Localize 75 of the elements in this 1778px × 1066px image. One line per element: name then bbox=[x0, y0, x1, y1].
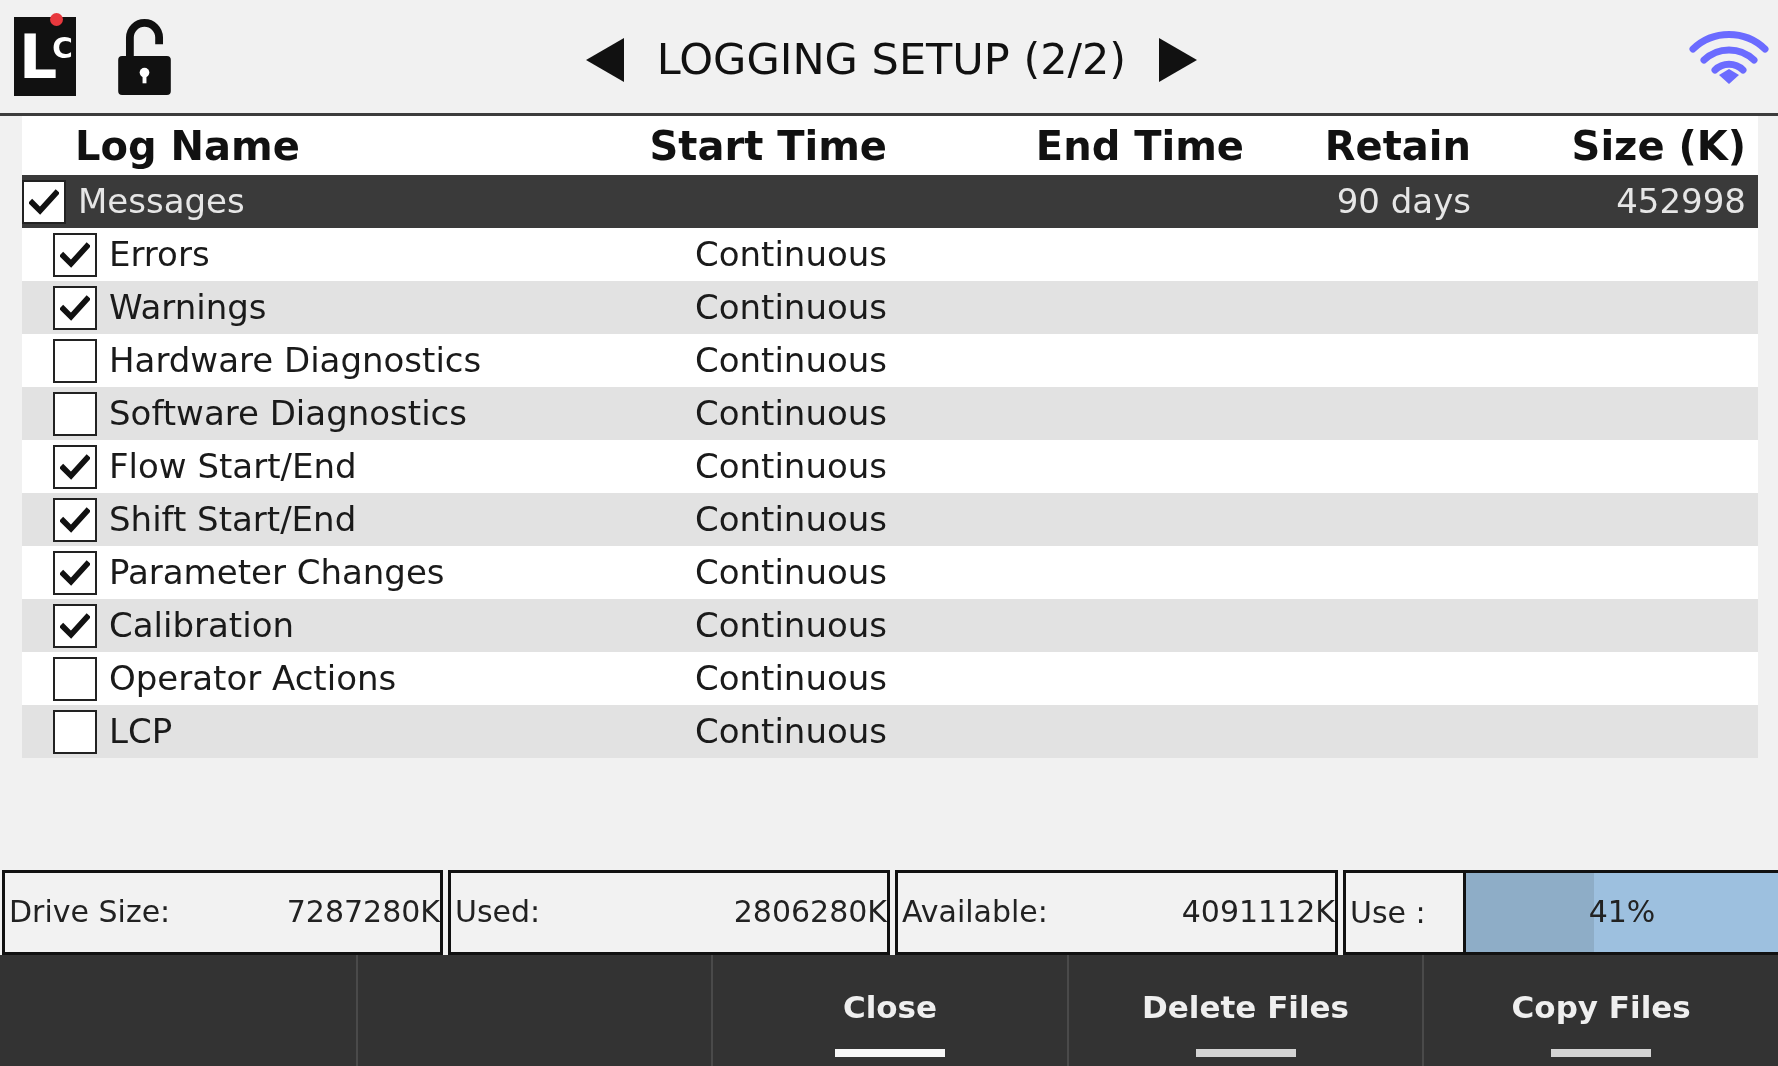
checkbox[interactable] bbox=[22, 179, 66, 224]
table-cell: Continuous bbox=[694, 234, 887, 275]
table-cell: Shift Start/End bbox=[109, 499, 357, 540]
table-cell: Messages bbox=[78, 181, 245, 222]
table-row[interactable]: Warnings Continuous bbox=[22, 281, 1758, 334]
checkbox[interactable] bbox=[53, 444, 97, 489]
stat-label: Drive Size: bbox=[9, 894, 171, 930]
table-row[interactable]: Errors Continuous bbox=[22, 228, 1758, 281]
right-triangle-icon bbox=[1159, 37, 1198, 82]
footer-button[interactable]: Copy Files bbox=[1422, 954, 1778, 1066]
table-cell: Parameter Changes bbox=[109, 552, 445, 593]
footer-button[interactable]: Delete Files bbox=[1066, 954, 1423, 1066]
table-cell: 452998 bbox=[1616, 181, 1746, 222]
table-row[interactable]: Flow Start/End Continuous bbox=[22, 440, 1758, 493]
table-cell: Software Diagnostics bbox=[109, 393, 467, 434]
column-header[interactable]: Retain bbox=[1244, 125, 1471, 166]
indicator-dot-icon bbox=[50, 13, 63, 26]
table-cell: 90 days bbox=[1336, 181, 1471, 222]
checkbox[interactable] bbox=[53, 550, 97, 595]
checkbox[interactable] bbox=[53, 285, 97, 330]
checkmark-icon bbox=[60, 612, 90, 639]
screen-title: LOGGING SETUP (2/2) bbox=[656, 38, 1127, 81]
unlocked-padlock-icon[interactable] bbox=[116, 18, 173, 95]
progress-reading: 41% bbox=[1588, 894, 1656, 930]
checkbox[interactable] bbox=[53, 709, 97, 754]
table-cell: Continuous bbox=[694, 287, 887, 328]
column-header[interactable]: Start Time bbox=[582, 125, 887, 166]
table-row[interactable]: LCP Continuous bbox=[22, 705, 1758, 758]
checkbox[interactable] bbox=[53, 656, 97, 701]
checkmark-icon bbox=[60, 506, 90, 533]
table-row[interactable]: Software Diagnostics Continuous bbox=[22, 387, 1758, 440]
table-cell: Continuous bbox=[694, 658, 887, 699]
checkbox[interactable] bbox=[53, 338, 97, 383]
checkmark-icon bbox=[29, 188, 59, 215]
stat-label: Available: bbox=[902, 894, 1048, 930]
table-cell: LCP bbox=[109, 711, 173, 752]
table-cell: Continuous bbox=[694, 340, 887, 381]
checkmark-icon bbox=[60, 559, 90, 586]
footer-button[interactable]: Close bbox=[711, 954, 1067, 1066]
checkbox[interactable] bbox=[53, 603, 97, 648]
table-row[interactable]: Calibration Continuous bbox=[22, 599, 1758, 652]
checkbox[interactable] bbox=[53, 497, 97, 542]
wifi-icon bbox=[1689, 28, 1769, 85]
table-cell: Continuous bbox=[694, 499, 887, 540]
table-row[interactable]: Operator Actions Continuous bbox=[22, 652, 1758, 705]
table-cell: Flow Start/End bbox=[109, 446, 357, 487]
table-row[interactable]: Messages 90 days 452998 bbox=[22, 175, 1758, 228]
stat-label: Used: bbox=[455, 894, 541, 930]
table-cell: Operator Actions bbox=[109, 658, 397, 699]
table-cell: Continuous bbox=[694, 711, 887, 752]
table-row[interactable]: Hardware Diagnostics Continuous bbox=[22, 334, 1758, 387]
table-cell: Warnings bbox=[109, 287, 267, 328]
stat-value: 4091112K bbox=[1181, 894, 1335, 930]
stat-value: 2806280K bbox=[733, 894, 887, 930]
table-cell: Errors bbox=[109, 234, 210, 275]
left-triangle-icon bbox=[585, 37, 624, 82]
table-cell: Continuous bbox=[694, 552, 887, 593]
stat-value: 7287280K bbox=[286, 894, 440, 930]
table-cell: Hardware Diagnostics bbox=[109, 340, 482, 381]
stat-label: Use : bbox=[1349, 893, 1427, 932]
checkmark-icon bbox=[60, 453, 90, 480]
next-page-button[interactable] bbox=[1158, 36, 1199, 83]
table-row[interactable]: Shift Start/End Continuous bbox=[22, 493, 1758, 546]
checkbox[interactable] bbox=[53, 232, 97, 277]
table-cell: Continuous bbox=[694, 605, 887, 646]
checkmark-icon bbox=[60, 241, 90, 268]
column-header[interactable]: End Time bbox=[887, 125, 1244, 166]
checkbox[interactable] bbox=[53, 391, 97, 436]
table-cell: Continuous bbox=[694, 446, 887, 487]
previous-page-button[interactable] bbox=[584, 36, 625, 83]
column-header[interactable]: Size (K) bbox=[1471, 125, 1746, 166]
table-row[interactable]: Parameter Changes Continuous bbox=[22, 546, 1758, 599]
table-cell: Calibration bbox=[109, 605, 294, 646]
checkmark-icon bbox=[60, 294, 90, 321]
table-cell: Continuous bbox=[694, 393, 887, 434]
